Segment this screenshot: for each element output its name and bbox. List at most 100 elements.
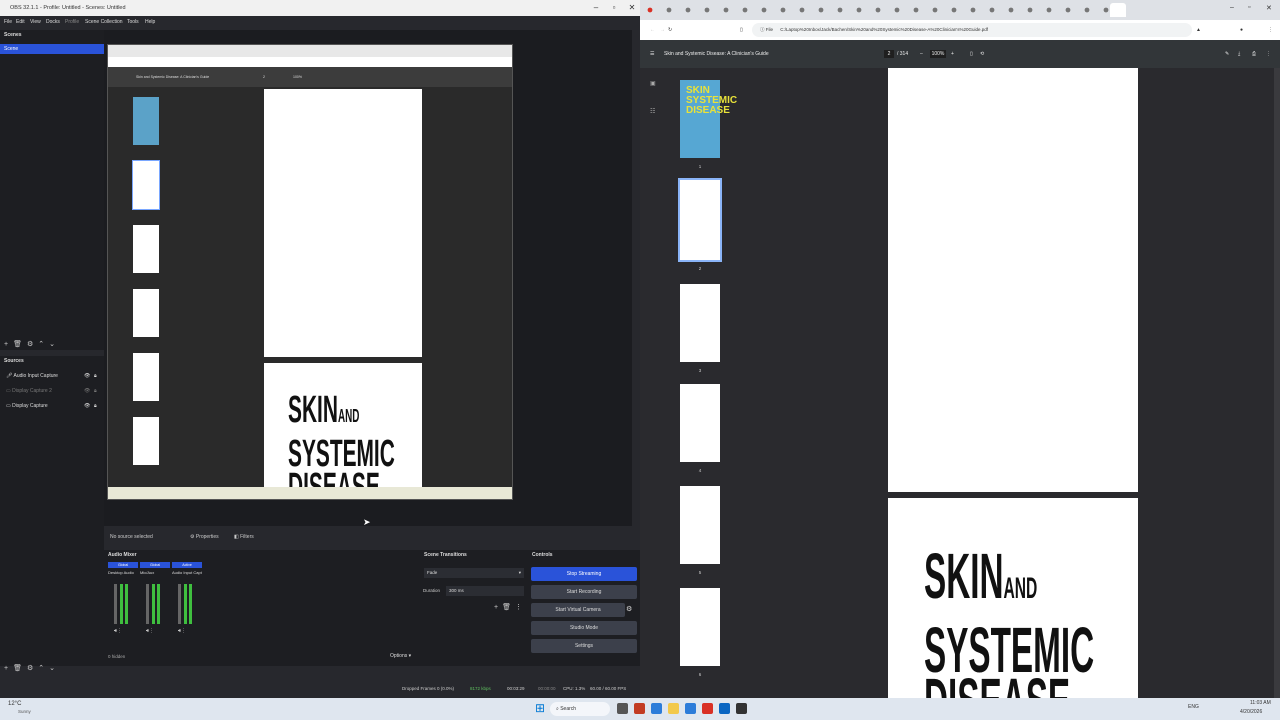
lang-indicator[interactable]: ENG (1188, 704, 1199, 710)
duration-input[interactable]: 300 ms (446, 586, 524, 596)
eye-icon[interactable]: 👁︎ (84, 385, 90, 397)
start-recording-button[interactable]: Start Recording (531, 585, 637, 599)
task-view-icon[interactable] (617, 703, 628, 714)
start-virtual-camera-button[interactable]: Start Virtual Camera (531, 603, 625, 617)
back-icon[interactable]: ← (650, 20, 655, 40)
url-field[interactable]: ⓘ File C:/Laptop%20Inbox/Jack/Bachen/Ski… (752, 23, 1192, 37)
minimize-button[interactable]: – (1230, 4, 1234, 11)
preview-capture[interactable]: Skin and Systemic Disease: A Clinician's… (107, 44, 513, 500)
thumb-page[interactable] (680, 384, 720, 462)
tab-favicon-icon[interactable] (875, 7, 881, 13)
thumb-page[interactable] (678, 178, 722, 262)
speaker-icon[interactable]: 🔊︎⋮ (146, 628, 154, 634)
more-icon[interactable]: ⋮ (1266, 40, 1271, 68)
scene-item[interactable]: Scene (0, 44, 104, 54)
tab-favicon-icon[interactable] (1027, 7, 1033, 13)
close-button[interactable]: ✕ (624, 0, 640, 16)
speaker-icon[interactable]: 🔊︎⋮ (114, 628, 122, 634)
settings-button[interactable]: Settings (531, 639, 637, 653)
page-number-input[interactable]: 2 (884, 50, 894, 58)
menu-scene-collection[interactable]: Scene Collection (85, 16, 123, 28)
menu-help[interactable]: Help (145, 16, 155, 28)
tab-favicon-icon[interactable] (780, 7, 786, 13)
download-icon[interactable]: ⤓ (1238, 40, 1240, 68)
studio-mode-button[interactable]: Studio Mode (531, 621, 637, 635)
thumb-page[interactable] (680, 284, 720, 362)
scrollbar[interactable] (1274, 68, 1280, 698)
tab-favicon-icon[interactable] (1103, 7, 1109, 13)
eye-icon[interactable]: 👁︎ (84, 370, 90, 382)
profile-icon[interactable]: ● (1240, 20, 1243, 40)
app-icon[interactable] (685, 703, 696, 714)
menu-edit[interactable]: Edit (16, 16, 25, 28)
menu-file[interactable]: File (4, 16, 12, 28)
options-button[interactable]: Options ▾ (390, 653, 411, 659)
tab-favicon-icon[interactable] (856, 7, 862, 13)
tab-favicon-icon[interactable] (913, 7, 919, 13)
tab-favicon-icon[interactable] (799, 7, 805, 13)
tab-favicon-icon[interactable] (1065, 7, 1071, 13)
extension-icon[interactable]: ▲ (1196, 20, 1201, 40)
menu-tools[interactable]: Tools (127, 16, 139, 28)
maximize-button[interactable]: ▫ (1248, 4, 1250, 11)
source-row[interactable]: ▭ Display Capture 2 👁︎ 🔒︎ (0, 385, 104, 397)
windows-start-icon[interactable]: ⊞ (535, 701, 545, 715)
tab-favicon-icon[interactable] (1008, 7, 1014, 13)
transition-toolbar[interactable]: +🗑⋮ (494, 603, 526, 611)
tab-favicon-icon[interactable] (837, 7, 843, 13)
scenes-toolbar[interactable]: +🗑⚙︎⌃⌄ (4, 340, 60, 348)
chrome-icon[interactable] (702, 703, 713, 714)
reload-icon[interactable]: ↻ (668, 20, 672, 40)
close-button[interactable]: ✕ (1266, 4, 1272, 12)
tab-favicon-icon[interactable] (951, 7, 957, 13)
speaker-icon[interactable]: 🔊︎⋮ (178, 628, 186, 634)
app-icon[interactable] (719, 703, 730, 714)
zoom-in-icon[interactable]: + (951, 40, 954, 68)
properties-button[interactable]: ⚙︎ Properties (190, 528, 219, 546)
sources-toolbar[interactable]: +🗑⚙︎⌃⌄ (4, 664, 60, 672)
filters-button[interactable]: ◧ Filters (234, 528, 254, 546)
tab-favicon-icon[interactable] (742, 7, 748, 13)
clock-date[interactable]: 4/20/2026 (1240, 709, 1262, 715)
print-icon[interactable]: ⎙ (1252, 40, 1256, 68)
active-tab[interactable] (1110, 3, 1126, 17)
outline-icon[interactable]: ☷ (650, 108, 655, 115)
menu-profile[interactable]: Profile (65, 16, 79, 28)
tab-favicon-icon[interactable] (647, 7, 653, 13)
tab-favicon-icon[interactable] (704, 7, 710, 13)
taskbar-search[interactable]: ⌕ Search (550, 702, 610, 716)
file-explorer-icon[interactable] (668, 703, 679, 714)
edge-icon[interactable] (651, 703, 662, 714)
fit-page-icon[interactable]: ▯ (970, 40, 973, 68)
menu-icon[interactable]: ⋮ (1268, 20, 1273, 40)
tab-favicon-icon[interactable] (761, 7, 767, 13)
tab-favicon-icon[interactable] (685, 7, 691, 13)
obs-icon[interactable] (736, 703, 747, 714)
rotate-icon[interactable]: ⟲ (980, 40, 984, 68)
source-row[interactable]: ▭ Display Capture 👁︎ 🔒︎ (0, 400, 104, 412)
thumb-page[interactable] (680, 588, 720, 666)
volume-slider[interactable] (114, 584, 117, 624)
volume-slider[interactable] (146, 584, 149, 624)
tab-favicon-icon[interactable] (894, 7, 900, 13)
tab-favicon-icon[interactable] (1084, 7, 1090, 13)
hamburger-icon[interactable]: ☰ (650, 40, 654, 68)
annotate-icon[interactable]: ✎ (1225, 40, 1229, 68)
tab-favicon-icon[interactable] (666, 7, 672, 13)
lock-icon[interactable]: 🔒︎ (94, 400, 97, 412)
tab-favicon-icon[interactable] (970, 7, 976, 13)
gear-icon[interactable]: ⚙︎ (626, 605, 632, 613)
app-icon[interactable] (634, 703, 645, 714)
tab-favicon-icon[interactable] (1046, 7, 1052, 13)
thumb-page[interactable] (680, 486, 720, 564)
transition-select[interactable]: Fade ▾ (424, 568, 524, 578)
eye-icon[interactable]: 👁︎ (84, 400, 90, 412)
tab-favicon-icon[interactable] (723, 7, 729, 13)
zoom-out-icon[interactable]: – (920, 40, 923, 68)
tab-favicon-icon[interactable] (989, 7, 995, 13)
menu-view[interactable]: View (30, 16, 41, 28)
tab-favicon-icon[interactable] (818, 7, 824, 13)
lock-icon[interactable]: 🔒︎ (94, 385, 97, 397)
lock-icon[interactable]: 🔒︎ (94, 370, 97, 382)
menu-docks[interactable]: Docks (46, 16, 60, 28)
